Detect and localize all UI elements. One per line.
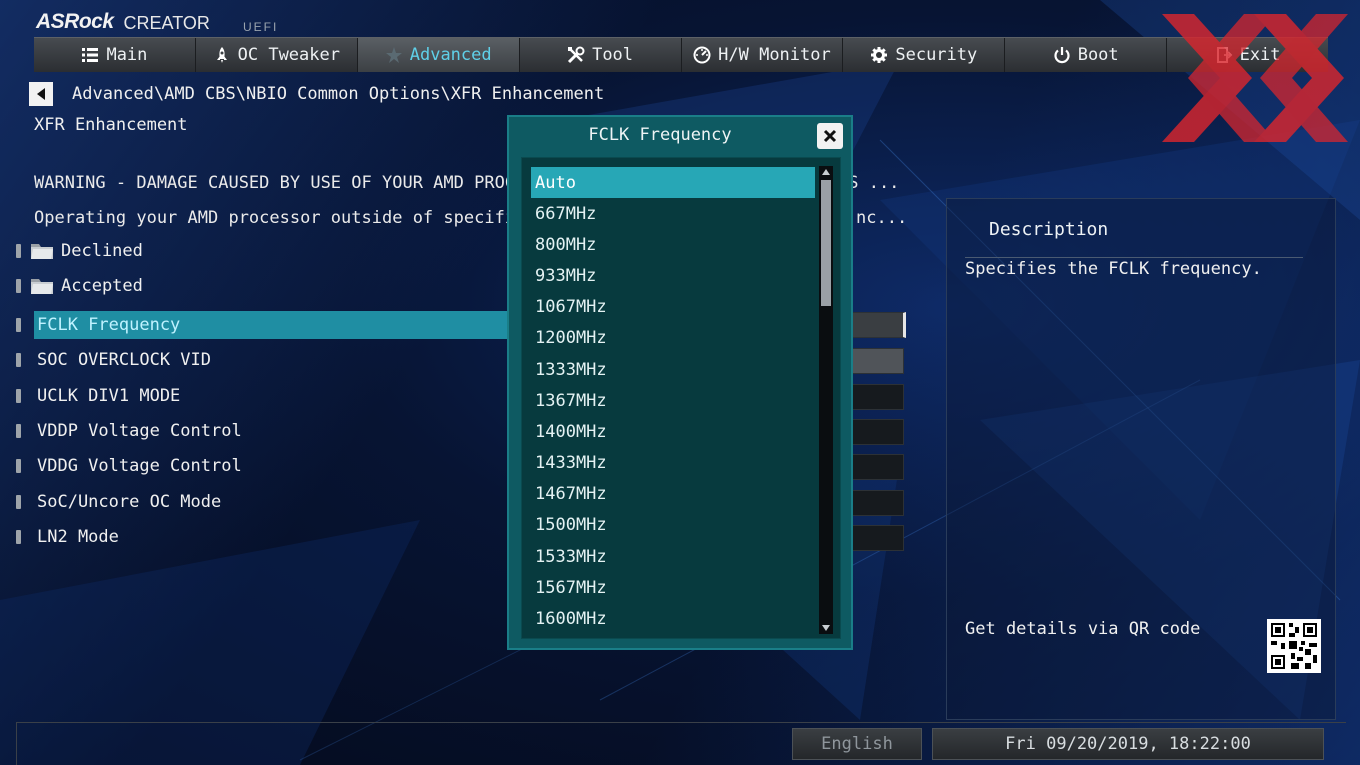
tools-icon [568,46,585,64]
scroll-up-button[interactable] [819,166,833,178]
option-933mhz[interactable]: 933MHz [531,260,815,291]
warning-line-2-left: Operating your AMD processor outside of … [34,208,567,228]
row-bullet [16,318,21,332]
setting-soc-uncore-oc-mode-label: SoC/Uncore OC Mode [37,492,222,512]
warning-line-2-tail: nc... [856,208,908,228]
folder-declined-label: Declined [61,241,143,261]
tab-security-label: Security [895,45,978,65]
qr-caption: Get details via QR code [965,619,1201,639]
description-text: Specifies the FCLK frequency. [965,259,1262,279]
option-1367mhz[interactable]: 1367MHz [531,385,815,416]
tab-security[interactable]: Security [843,38,1006,72]
warning-line-1: WARNING - DAMAGE CAUSED BY USE OF YOUR A… [34,173,566,193]
tab-hw-monitor-label: H/W Monitor [718,45,831,65]
watermark-logo [1162,14,1348,142]
row-bullet [16,389,21,403]
row-bullet [16,244,21,258]
popup-title: FCLK Frequency [588,125,732,145]
option-1067mhz[interactable]: 1067MHz [531,291,815,322]
setting-vddp-voltage-control-label: VDDP Voltage Control [37,421,242,441]
option-667mhz[interactable]: 667MHz [531,198,815,229]
close-icon [823,129,837,143]
folder-accepted-label: Accepted [61,276,143,296]
page-title: XFR Enhancement [34,115,188,135]
scroll-down-icon [822,625,830,631]
warning-line-2: Operating your AMD processor outside of … [34,208,566,228]
power-icon [1054,47,1070,64]
qr-code-icon [1267,619,1321,673]
tab-oc-tweaker-label: OC Tweaker [237,45,340,65]
warning-line-1-left: WARNING - DAMAGE CAUSED BY USE OF YOUR A… [34,173,567,193]
list-icon [82,48,99,62]
description-panel: Description Specifies the FCLK frequency… [946,198,1336,720]
option-1467mhz[interactable]: 1467MHz [531,478,815,509]
option-1600mhz[interactable]: 1600MHz [531,603,815,634]
row-bullet [16,424,21,438]
setting-soc-overclock-vid-label: SOC OVERCLOCK VID [37,350,211,370]
monitor-icon [693,46,711,64]
back-arrow-icon [37,88,45,100]
date-time-display: Fri 09/20/2019, 18:22:00 [932,728,1324,760]
setting-ln2-mode-label: LN2 Mode [37,527,119,547]
tab-boot[interactable]: Boot [1005,38,1168,72]
breadcrumb: Advanced\AMD CBS\NBIO Common Options\XFR… [72,84,605,104]
tab-advanced[interactable]: Advanced [357,38,520,72]
setting-fclk-frequency-label: FCLK Frequency [37,315,181,335]
scroll-down-button[interactable] [819,622,833,634]
fclk-frequency-popup: FCLK Frequency Auto 667MHz 800MHz 933MHz… [507,115,853,650]
tab-main[interactable]: Main [34,38,196,72]
option-1333mhz[interactable]: 1333MHz [531,354,815,385]
row-bullet [16,459,21,473]
setting-uclk-div1-mode-label: UCLK DIV1 MODE [37,386,181,406]
tab-main-label: Main [106,45,148,65]
tab-tool[interactable]: Tool [520,38,682,72]
row-bullet [16,495,21,509]
option-1500mhz[interactable]: 1500MHz [531,509,815,540]
main-nav: Main OC Tweaker Advanced Tool H/W Monito… [34,37,1328,72]
logo-uefi: UEFI [243,20,279,34]
option-1567mhz[interactable]: 1567MHz [531,572,815,603]
tab-oc-tweaker[interactable]: OC Tweaker [196,38,358,72]
row-bullet [16,353,21,367]
tab-hw-monitor[interactable]: H/W Monitor [682,38,844,72]
tab-boot-label: Boot [1077,45,1119,65]
star-icon [385,47,402,63]
folder-icon [31,278,53,294]
option-1433mhz[interactable]: 1433MHz [531,447,815,478]
asrock-logo: ASRock CREATOR [36,6,210,34]
setting-vddg-voltage-control-label: VDDG Voltage Control [37,456,242,476]
close-button[interactable] [817,123,843,149]
frequency-option-list: Auto 667MHz 800MHz 933MHz 1067MHz 1200MH… [521,157,841,639]
scroll-up-icon [822,169,830,175]
row-bullet [16,530,21,544]
rocket-icon [216,47,227,63]
option-1200mhz[interactable]: 1200MHz [531,322,815,353]
option-auto[interactable]: Auto [531,167,815,198]
logo-product: CREATOR [123,13,210,33]
tab-advanced-label: Advanced [409,45,492,65]
language-button[interactable]: English [792,728,922,760]
tab-tool-label: Tool [592,45,634,65]
back-button[interactable] [29,82,53,106]
shield-gear-icon [871,47,888,63]
description-title: Description [989,219,1109,240]
option-1533mhz[interactable]: 1533MHz [531,541,815,572]
scrollbar-thumb[interactable] [821,180,831,306]
option-1400mhz[interactable]: 1400MHz [531,416,815,447]
option-800mhz[interactable]: 800MHz [531,229,815,260]
row-bullet [16,279,21,293]
description-divider [965,257,1303,258]
popup-scrollbar[interactable] [819,166,833,634]
logo-brand: ASRock [36,10,114,33]
folder-icon [31,243,53,259]
